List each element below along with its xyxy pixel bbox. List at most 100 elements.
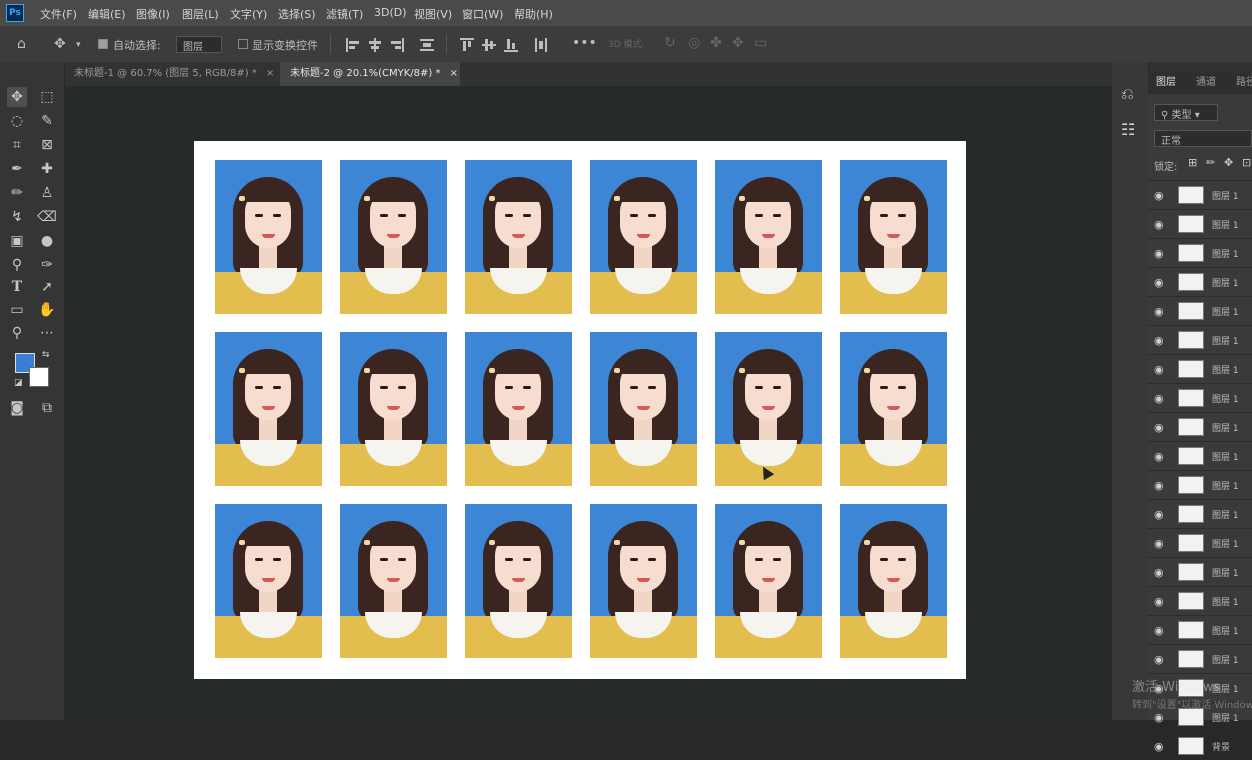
- path-select-tool-icon[interactable]: ➚: [37, 277, 57, 297]
- lock-artboard-icon[interactable]: ⊡: [1242, 156, 1251, 169]
- quick-mask-icon[interactable]: ◙: [7, 398, 27, 418]
- layer-row[interactable]: ◉ 图层 1: [1148, 296, 1252, 325]
- layer-row[interactable]: ◉ 图层 1: [1148, 615, 1252, 644]
- visibility-eye-icon[interactable]: ◉: [1154, 392, 1164, 405]
- gradient-tool-icon[interactable]: ▣: [7, 231, 27, 251]
- history-panel-icon[interactable]: ⎌: [1121, 84, 1134, 104]
- 3d-roll-icon[interactable]: ◎: [688, 36, 700, 50]
- auto-select-dropdown[interactable]: 图层: [176, 36, 222, 53]
- dodge-tool-icon[interactable]: ⚲: [7, 255, 27, 275]
- lasso-tool-icon[interactable]: ◌: [7, 111, 27, 131]
- menu-file[interactable]: 文件(F): [40, 6, 77, 22]
- align-center-h-icon[interactable]: [368, 38, 382, 52]
- layer-row[interactable]: ◉ 图层 1: [1148, 383, 1252, 412]
- close-icon[interactable]: ×: [266, 68, 274, 79]
- 3d-scale-icon[interactable]: ▭: [754, 36, 767, 50]
- visibility-eye-icon[interactable]: ◉: [1154, 334, 1164, 347]
- align-left-icon[interactable]: [346, 38, 360, 52]
- layer-kind-filter[interactable]: ⚲ 类型 ▾: [1154, 104, 1218, 121]
- menu-filter[interactable]: 滤镜(T): [326, 6, 363, 22]
- menu-image[interactable]: 图像(I): [136, 6, 170, 22]
- 3d-orbit-icon[interactable]: ↻: [664, 36, 676, 50]
- home-icon[interactable]: ⌂: [17, 37, 26, 51]
- align-bottom-icon[interactable]: [504, 38, 518, 52]
- blend-mode-dropdown[interactable]: 正常: [1154, 130, 1252, 147]
- menu-type[interactable]: 文字(Y): [230, 6, 267, 22]
- tab-document-1[interactable]: 未标题-1 @ 60.7% (图层 5, RGB/8#) * ×: [64, 62, 279, 86]
- visibility-eye-icon[interactable]: ◉: [1154, 479, 1164, 492]
- tab-layers[interactable]: 图层: [1156, 72, 1182, 94]
- close-icon[interactable]: ×: [450, 68, 458, 79]
- move-tool-icon[interactable]: ✥: [54, 37, 66, 51]
- visibility-eye-icon[interactable]: ◉: [1154, 595, 1164, 608]
- quick-select-tool-icon[interactable]: ✎: [37, 111, 57, 131]
- more-options-icon[interactable]: •••: [572, 36, 597, 50]
- swap-colors-icon[interactable]: ⇆: [42, 350, 50, 360]
- layer-row[interactable]: ◉ 图层 1: [1148, 644, 1252, 673]
- marquee-tool-icon[interactable]: ⬚: [37, 87, 57, 107]
- visibility-eye-icon[interactable]: ◉: [1154, 566, 1164, 579]
- menu-edit[interactable]: 编辑(E): [88, 6, 126, 22]
- layer-row[interactable]: ◉ 图层 1: [1148, 180, 1252, 209]
- blur-tool-icon[interactable]: ●: [37, 231, 57, 251]
- auto-select-checkbox[interactable]: [98, 39, 108, 49]
- chevron-down-icon[interactable]: ▾: [76, 38, 81, 52]
- eraser-tool-icon[interactable]: ⌫: [37, 207, 57, 227]
- layer-row[interactable]: ◉ 图层 1: [1148, 354, 1252, 383]
- menu-window[interactable]: 窗口(W): [462, 6, 503, 22]
- tab-channels[interactable]: 通道: [1196, 72, 1222, 94]
- align-middle-v-icon[interactable]: [482, 38, 496, 52]
- rectangle-tool-icon[interactable]: ▭: [7, 300, 27, 320]
- crop-tool-icon[interactable]: ⌗: [7, 135, 27, 155]
- visibility-eye-icon[interactable]: ◉: [1154, 218, 1164, 231]
- visibility-eye-icon[interactable]: ◉: [1154, 537, 1164, 550]
- edit-toolbar-icon[interactable]: ⋯: [37, 323, 57, 343]
- layer-row[interactable]: ◉ 图层 1: [1148, 325, 1252, 354]
- tab-paths[interactable]: 路径: [1236, 72, 1252, 94]
- layer-row[interactable]: ◉ 背景: [1148, 731, 1252, 760]
- tab-document-2[interactable]: 未标题-2 @ 20.1%(CMYK/8#) * ×: [280, 62, 460, 86]
- visibility-eye-icon[interactable]: ◉: [1154, 508, 1164, 521]
- hand-tool-icon[interactable]: ✋: [37, 300, 57, 320]
- clone-stamp-tool-icon[interactable]: ♙: [37, 183, 57, 203]
- brush-tool-icon[interactable]: ✏: [7, 183, 27, 203]
- visibility-eye-icon[interactable]: ◉: [1154, 653, 1164, 666]
- distribute-horizontal-icon[interactable]: [534, 38, 548, 52]
- visibility-eye-icon[interactable]: ◉: [1154, 363, 1164, 376]
- show-transform-checkbox[interactable]: [238, 39, 248, 49]
- eyedropper-tool-icon[interactable]: ✒: [7, 159, 27, 179]
- 3d-slide-icon[interactable]: ✥: [732, 36, 744, 50]
- move-tool-icon[interactable]: ✥: [7, 87, 27, 107]
- menu-layer[interactable]: 图层(L): [182, 6, 219, 22]
- layer-row[interactable]: ◉ 图层 1: [1148, 557, 1252, 586]
- visibility-eye-icon[interactable]: ◉: [1154, 189, 1164, 202]
- history-brush-tool-icon[interactable]: ↯: [7, 207, 27, 227]
- lock-position-icon[interactable]: ✥: [1224, 156, 1233, 169]
- layer-row[interactable]: ◉ 图层 1: [1148, 528, 1252, 557]
- 3d-pan-icon[interactable]: ✤: [710, 36, 722, 50]
- menu-view[interactable]: 视图(V): [414, 6, 452, 22]
- layer-row[interactable]: ◉ 图层 1: [1148, 441, 1252, 470]
- visibility-eye-icon[interactable]: ◉: [1154, 624, 1164, 637]
- menu-help[interactable]: 帮助(H): [514, 6, 553, 22]
- visibility-eye-icon[interactable]: ◉: [1154, 276, 1164, 289]
- frame-tool-icon[interactable]: ⊠: [37, 135, 57, 155]
- layer-row[interactable]: ◉ 图层 1: [1148, 412, 1252, 441]
- pen-tool-icon[interactable]: ✑: [37, 255, 57, 275]
- default-colors-icon[interactable]: ◪: [14, 378, 23, 388]
- visibility-eye-icon[interactable]: ◉: [1154, 421, 1164, 434]
- menu-select[interactable]: 选择(S): [278, 6, 316, 22]
- visibility-eye-icon[interactable]: ◉: [1154, 450, 1164, 463]
- layer-row[interactable]: ◉ 图层 1: [1148, 470, 1252, 499]
- background-color-swatch[interactable]: [29, 367, 49, 387]
- menu-3d[interactable]: 3D(D): [374, 6, 407, 19]
- properties-panel-icon[interactable]: ☷: [1121, 120, 1135, 139]
- layer-row[interactable]: ◉ 图层 1: [1148, 267, 1252, 296]
- visibility-eye-icon[interactable]: ◉: [1154, 740, 1164, 753]
- lock-pixels-icon[interactable]: ✏: [1206, 156, 1215, 169]
- lock-transparent-icon[interactable]: ⊞: [1188, 156, 1197, 169]
- type-tool-icon[interactable]: T: [7, 277, 27, 297]
- healing-brush-tool-icon[interactable]: ✚: [37, 159, 57, 179]
- visibility-eye-icon[interactable]: ◉: [1154, 247, 1164, 260]
- visibility-eye-icon[interactable]: ◉: [1154, 711, 1164, 724]
